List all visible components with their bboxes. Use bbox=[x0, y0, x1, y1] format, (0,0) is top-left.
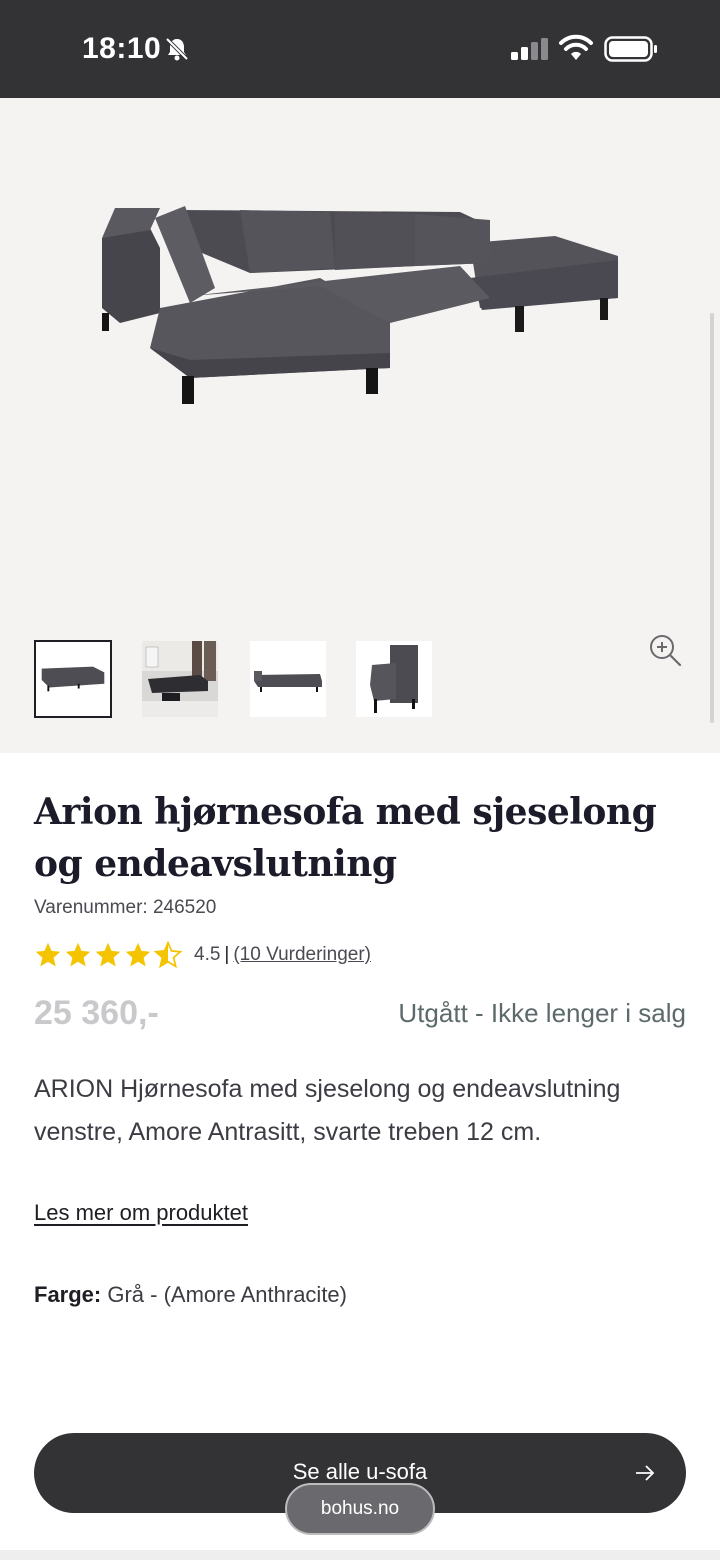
star-half-icon bbox=[154, 941, 182, 969]
cta-label: Se alle u-sofa bbox=[292, 1459, 428, 1484]
zoom-in-icon[interactable] bbox=[648, 633, 682, 667]
status-bar: 18:10 bbox=[0, 0, 720, 98]
product-description: ARION Hjørnesofa med sjeselong og endeav… bbox=[34, 1075, 621, 1146]
read-more-link[interactable]: Les mer om produktet bbox=[34, 1200, 248, 1226]
color-row: Farge: Grå - (Amore Anthracite) bbox=[34, 1282, 347, 1308]
battery-icon bbox=[604, 36, 657, 62]
thumb-living-room[interactable] bbox=[142, 641, 218, 717]
rating-value: 4.5 bbox=[194, 944, 221, 965]
color-value: Grå - (Amore Anthracite) bbox=[101, 1282, 347, 1307]
thumb-sofa-closeup[interactable] bbox=[356, 641, 432, 717]
thumb-sofa-front[interactable] bbox=[34, 640, 112, 718]
status-time: 18:10 bbox=[82, 32, 162, 65]
product-price: 25 360,- bbox=[34, 994, 159, 1032]
star-full-icon bbox=[125, 942, 151, 967]
star-full-icon bbox=[95, 942, 121, 967]
thumb-sofa-side[interactable] bbox=[250, 641, 326, 717]
star-full-icon bbox=[65, 942, 91, 967]
bottom-bar bbox=[0, 1550, 720, 1560]
browser-url-pill[interactable]: bohus.no bbox=[285, 1483, 435, 1535]
bell-muted-icon bbox=[165, 37, 189, 61]
rating-row: 4.5 | (10 Vurderinger) bbox=[34, 940, 371, 970]
color-label: Farge: bbox=[34, 1282, 102, 1307]
rating-separator: | bbox=[224, 944, 230, 965]
star-full-icon bbox=[35, 942, 61, 967]
product-sku: Varenummer: 246520 bbox=[34, 897, 217, 918]
reviews-link[interactable]: (10 Vurderinger) bbox=[233, 944, 371, 966]
wifi-icon bbox=[559, 34, 593, 60]
availability-status: Utgått - Ikke lenger i salg bbox=[398, 998, 686, 1028]
sofa-image[interactable] bbox=[90, 148, 630, 408]
product-title: Arion hjørnesofa med sjeselong og endeav… bbox=[34, 791, 657, 885]
arrow-right-icon bbox=[636, 1465, 655, 1481]
cellular-signal-icon bbox=[511, 38, 548, 60]
gallery-scrollbar[interactable] bbox=[710, 313, 714, 723]
